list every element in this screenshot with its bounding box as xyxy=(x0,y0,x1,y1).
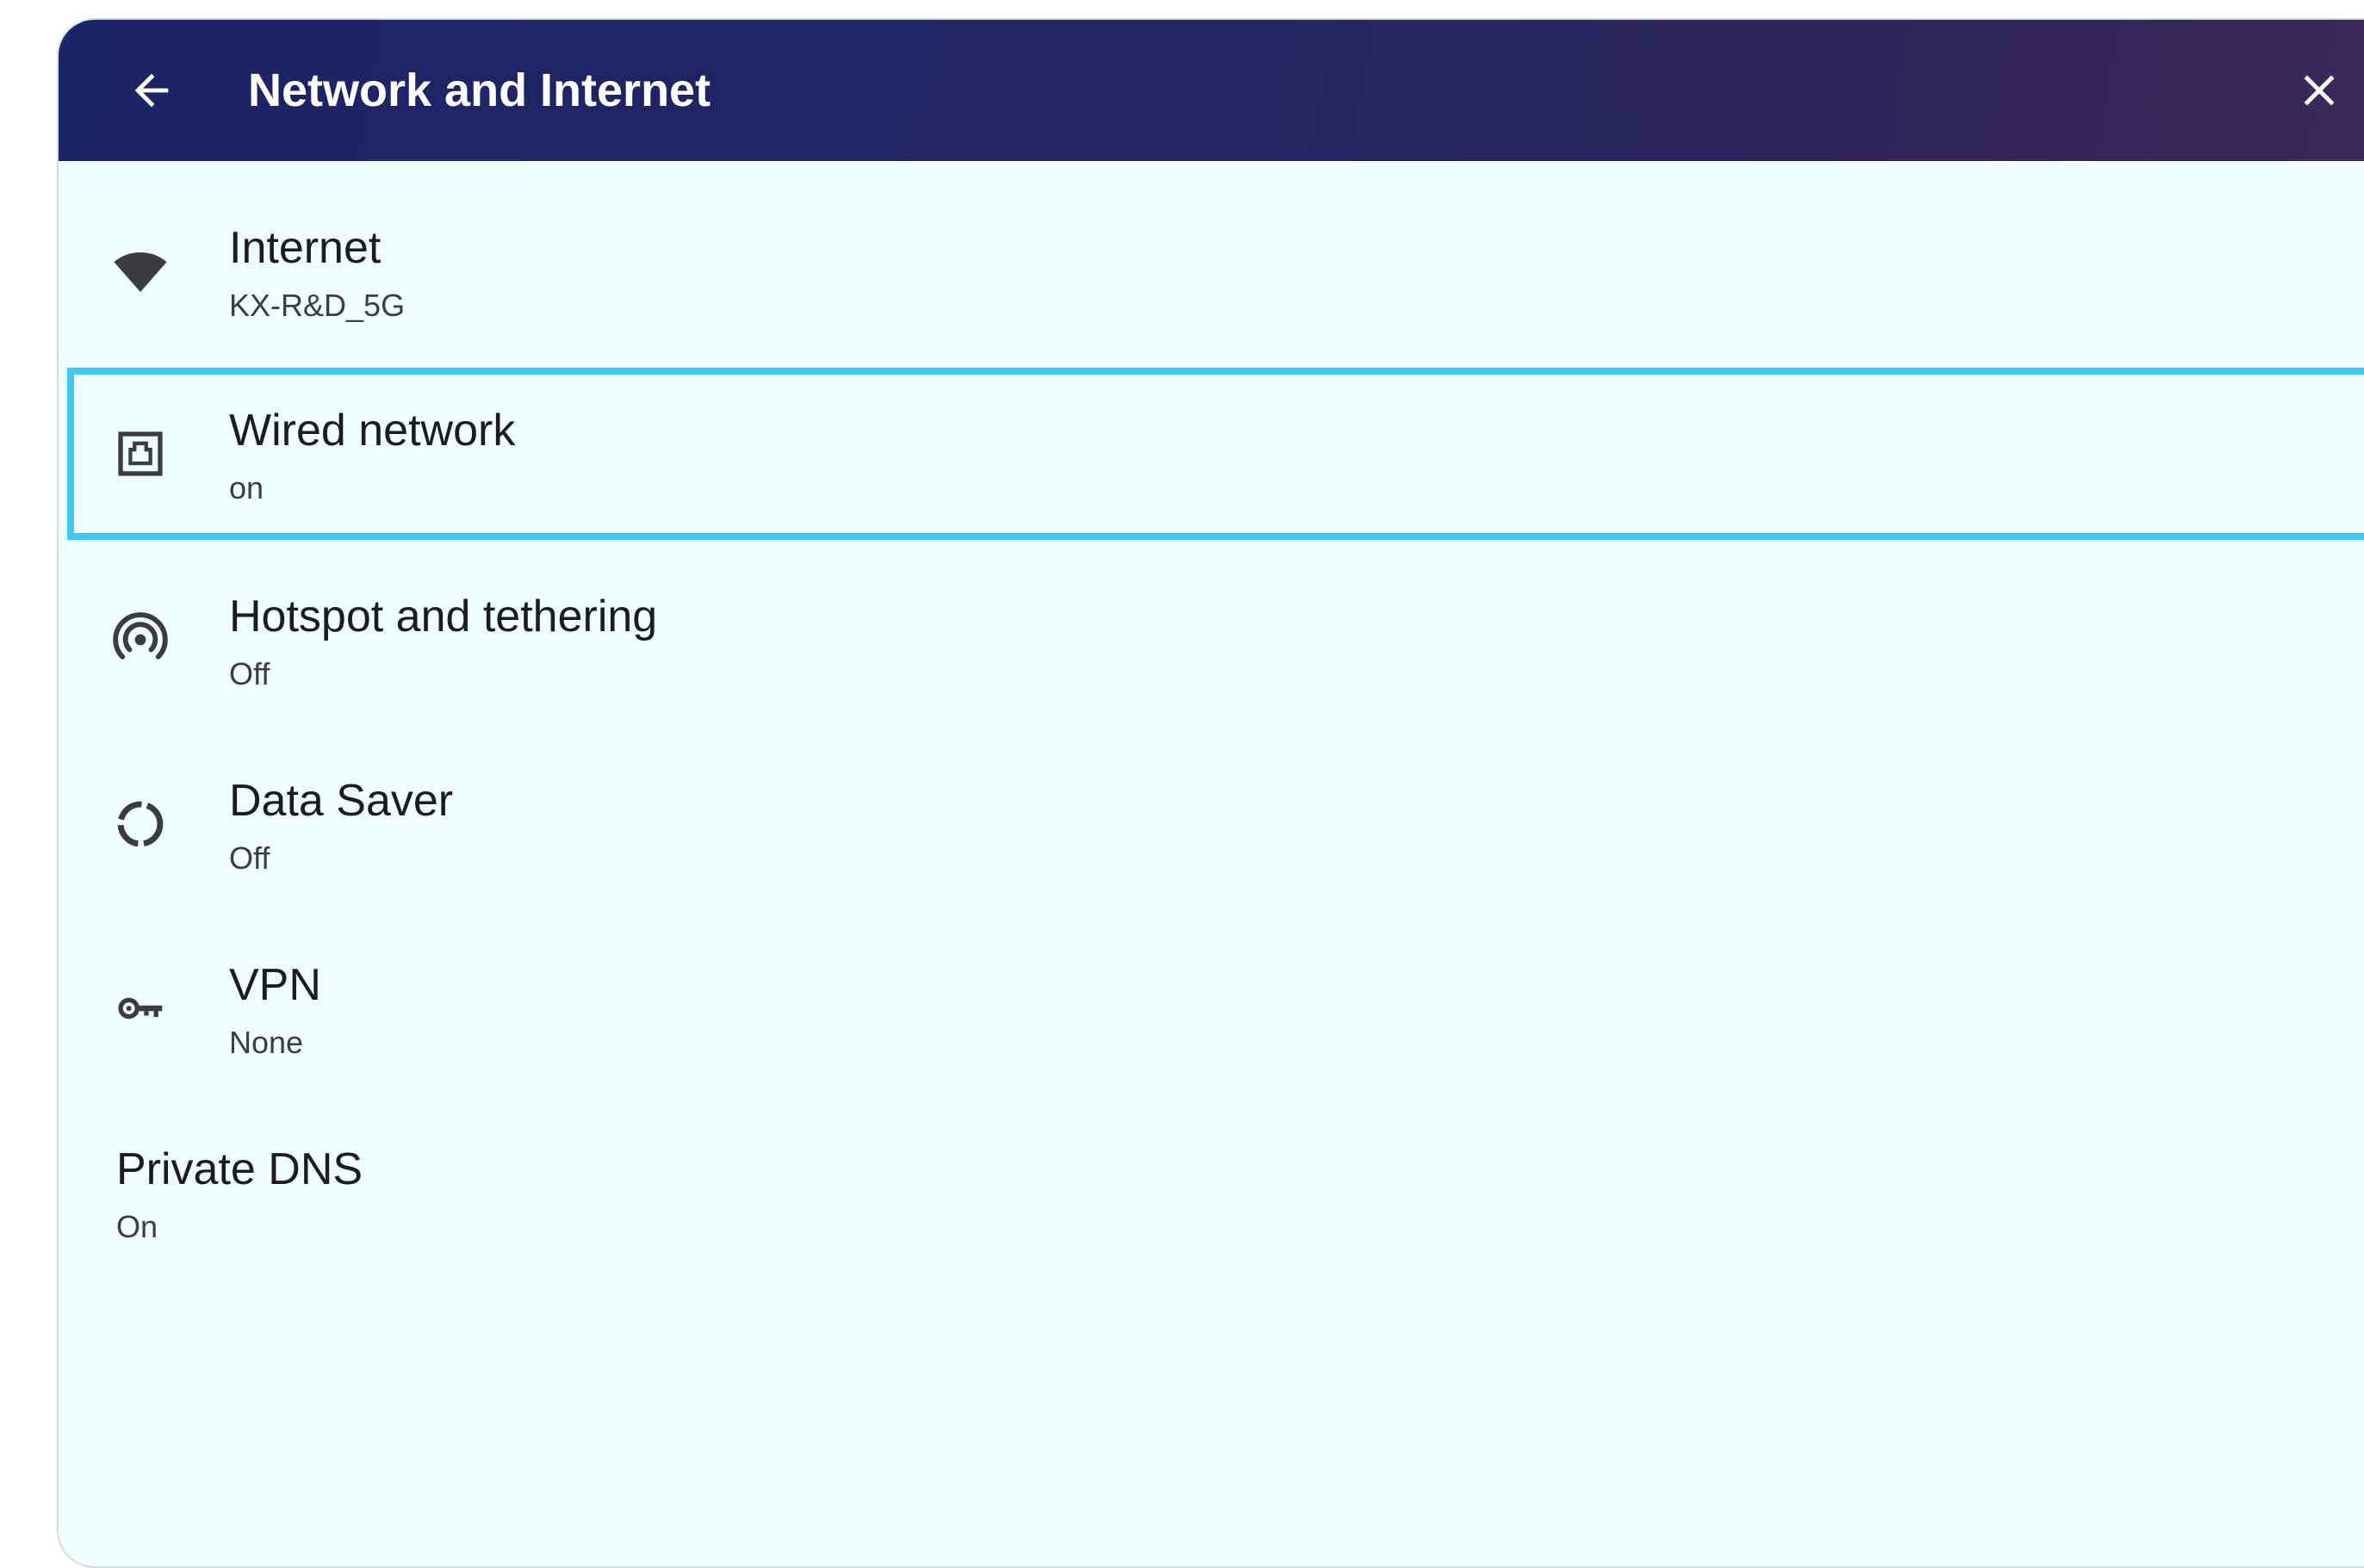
list-item-vpn[interactable]: VPN None xyxy=(67,922,2364,1094)
item-title: Hotspot and tethering xyxy=(229,592,658,641)
item-title: Wired network xyxy=(229,406,516,456)
item-title: Private DNS xyxy=(116,1144,363,1194)
list-item-data-saver[interactable]: Data Saver Off xyxy=(67,738,2364,910)
close-icon xyxy=(2304,75,2335,106)
ethernet-icon xyxy=(110,424,171,484)
item-subtitle: Off xyxy=(229,656,270,691)
hotspot-icon xyxy=(110,610,171,670)
back-button[interactable] xyxy=(113,52,190,129)
vpn-key-icon xyxy=(110,978,171,1038)
list-item-private-dns[interactable]: Private DNS On xyxy=(67,1106,2364,1279)
item-title: Data Saver xyxy=(229,776,454,826)
header-bar: Network and Internet xyxy=(59,20,2364,161)
page-title: Network and Internet xyxy=(248,65,711,116)
item-subtitle: Off xyxy=(229,840,270,876)
item-subtitle: on xyxy=(229,470,264,505)
list-item-wired-network[interactable]: Wired network on xyxy=(67,368,2364,540)
arrow-left-icon xyxy=(134,73,169,108)
settings-panel: Network and Internet Internet KX-R&D_5G … xyxy=(57,18,2364,1568)
data-saver-icon xyxy=(110,794,171,854)
wifi-icon xyxy=(110,241,171,301)
item-title: VPN xyxy=(229,960,321,1010)
item-subtitle: KX-R&D_5G xyxy=(229,288,406,323)
item-title: Internet xyxy=(229,223,382,273)
list-item-hotspot[interactable]: Hotspot and tethering Off xyxy=(67,554,2364,726)
close-button[interactable] xyxy=(2280,52,2358,129)
item-subtitle: None xyxy=(229,1025,304,1060)
item-subtitle: On xyxy=(116,1209,158,1244)
list-item-internet[interactable]: Internet KX-R&D_5G xyxy=(67,185,2364,357)
